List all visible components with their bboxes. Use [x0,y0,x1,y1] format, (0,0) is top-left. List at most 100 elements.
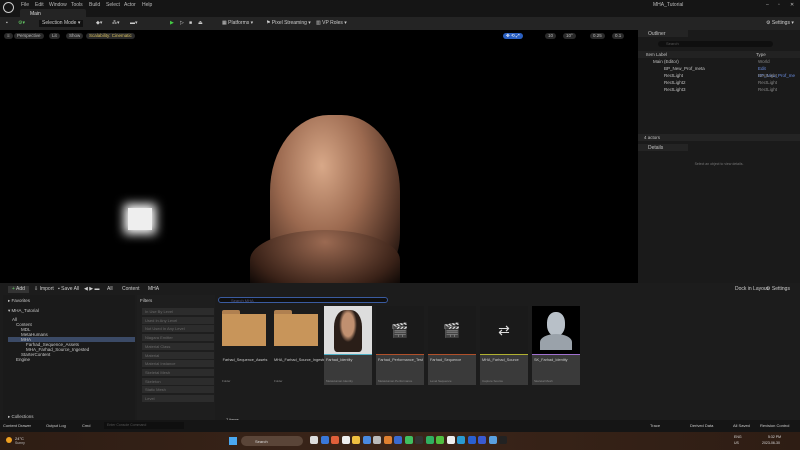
add-button[interactable]: + Add [8,286,29,293]
filter-item[interactable]: Niagara Emitter [142,334,214,342]
asset-tile[interactable]: SK_Farhad_Identity Skeletal Mesh [532,306,580,385]
breadcrumb-mha[interactable]: MHA [148,286,159,293]
taskbar-app-icon[interactable] [415,436,423,444]
filter-item[interactable]: Level [142,395,214,402]
output-log-button[interactable]: Output Log [46,423,66,430]
settings-button[interactable]: ⚙ Settings ▾ [766,20,794,27]
clock-time[interactable]: 5:32 PM [768,435,781,439]
taskbar-app-icon[interactable] [310,436,318,444]
step-button[interactable]: ▷ [180,20,184,27]
derived-data-button[interactable]: Derived Data [690,423,713,430]
menu-actor[interactable]: Actor [124,2,136,8]
taskbar-app-icon[interactable] [457,436,465,444]
outliner-row[interactable]: Main (Editor) World [638,58,800,65]
asset-tile[interactable]: Farhad_Sequence_Assets Folder [220,306,268,385]
outliner-row[interactable]: RectLight3 RectLight [638,86,800,93]
taskbar-app-icon[interactable] [373,436,381,444]
outliner-row[interactable]: RectLight RectLight [638,72,800,79]
outliner-row[interactable]: BP_New_Prof_meta Edit BP_New_Prof_me [638,65,800,78]
breadcrumb-content[interactable]: Content [122,286,140,293]
scale-snap[interactable]: 0.25 [590,33,605,39]
console-input[interactable]: Enter Console Command [104,422,184,429]
asset-tile[interactable]: Farhad_Identity MetaHuman Identity [324,306,372,385]
content-drawer-button[interactable]: Content Drawer [3,423,31,430]
minimize-button[interactable]: – [766,2,769,8]
taskbar-app-icon[interactable] [488,436,497,444]
history-icon[interactable]: ◀ ▶ ▬ [84,286,99,293]
scalability-badge[interactable]: Scalability: Cinematic [86,33,135,39]
platforms-dropdown[interactable]: ▦ Platforms ▾ [222,20,253,27]
taskbar-search[interactable]: Search [241,436,303,446]
filter-item[interactable]: Skeleton [142,377,214,385]
angle-snap[interactable]: 10° [563,33,576,39]
breadcrumb-all[interactable]: All [107,286,113,293]
menu-help[interactable]: Help [142,2,152,8]
blueprint-icon[interactable]: ⁂▾ [112,20,120,27]
filter-item[interactable]: Static Mesh [142,386,214,394]
details-tab[interactable]: Details [638,144,688,151]
perspective-button[interactable]: Perspective [14,33,44,39]
rect-light-icon[interactable] [128,208,152,230]
all-saved-button[interactable]: All Saved [733,423,750,430]
selection-mode-dropdown[interactable]: Selection Mode ▾ [39,20,84,27]
outliner-search-input[interactable]: Search [658,41,773,47]
taskbar-app-icon[interactable] [425,436,434,444]
filter-item[interactable]: Material Instance [142,360,214,368]
show-button[interactable]: Show [66,33,84,39]
vp-roles-dropdown[interactable]: ▥ VP Roles ▾ [316,20,347,27]
taskbar-app-icon[interactable] [341,436,350,444]
taskbar-app-icon[interactable] [436,436,444,444]
trace-button[interactable]: Trace [650,423,660,430]
close-button[interactable]: ✕ [790,2,794,8]
cmd-dropdown[interactable]: Cmd [82,423,90,430]
taskbar-app-icon[interactable] [320,436,329,444]
filter-item[interactable]: Material Class [142,342,214,350]
filter-item[interactable]: Not Used In Any Level [142,325,214,333]
revision-control-button[interactable]: Revision Control [760,423,789,430]
taskbar-app-icon[interactable] [352,436,360,444]
play-button[interactable]: ▶ [170,20,174,27]
add-actor-icon[interactable]: ◆▾ [96,20,102,27]
filter-item[interactable]: Used In Any Level [142,316,214,324]
taskbar-app-icon[interactable] [394,436,402,444]
taskbar-app-icon[interactable] [446,436,455,444]
filter-item[interactable]: Skeletal Mesh [142,368,214,376]
import-button[interactable]: ⇩ Import [34,286,54,293]
pixel-streaming-dropdown[interactable]: ⚑ Pixel Streaming ▾ [266,20,311,27]
camera-speed[interactable]: 0.1 [612,33,625,39]
taskbar-app-icon[interactable] [383,436,392,444]
windows-start-icon[interactable] [229,437,237,445]
maximize-button[interactable]: ▫ [778,2,780,8]
favorites-section[interactable]: ▸ Favorites [8,298,30,304]
menu-file[interactable]: File [21,2,29,8]
outliner-tab[interactable]: Outliner [638,30,688,37]
stop-button[interactable]: ■ [189,20,192,27]
taskbar-app-icon[interactable] [404,436,413,444]
save-icon[interactable]: ▪ [6,20,8,27]
filter-item[interactable]: In Use By Level [142,308,214,315]
menu-select[interactable]: Select [106,2,120,8]
level-viewport[interactable]: ≡ Perspective Lit Show Scalability: Cine… [0,30,638,283]
menu-tools[interactable]: Tools [71,2,83,8]
save-all-button[interactable]: ▪ Save All [58,286,79,293]
taskbar-app-icon[interactable] [478,436,486,444]
dock-in-layout-button[interactable]: Dock in Layout [735,286,768,293]
menu-edit[interactable]: Edit [35,2,44,8]
taskbar-app-icon[interactable] [331,436,339,444]
taskbar-app-icon[interactable] [499,436,507,444]
cinematics-icon[interactable]: ▬▾ [130,20,138,27]
tree-engine[interactable]: Engine [16,357,30,362]
menu-window[interactable]: Window [49,2,67,8]
asset-search-input[interactable]: Search MHA [218,297,388,303]
outliner-row[interactable]: RectLight2 RectLight [638,79,800,86]
asset-tile[interactable]: MHA_Farhad_Source_Ingested Folder [272,306,327,385]
lit-button[interactable]: Lit [49,33,60,39]
grid-snap[interactable]: 10 [545,33,557,39]
asset-tile[interactable]: 🎬 Farhad_Sequence Level Sequence [428,306,476,385]
filter-item[interactable]: Material [142,351,214,359]
eject-button[interactable]: ⏏ [198,20,203,27]
taskbar-app-icon[interactable] [467,436,476,444]
asset-tile[interactable]: 🎬 Farhad_Performance_Test MetaHuman Perfor… [376,306,424,385]
cb-settings-button[interactable]: ⚙ Settings [766,286,790,293]
menu-build[interactable]: Build [89,2,100,8]
